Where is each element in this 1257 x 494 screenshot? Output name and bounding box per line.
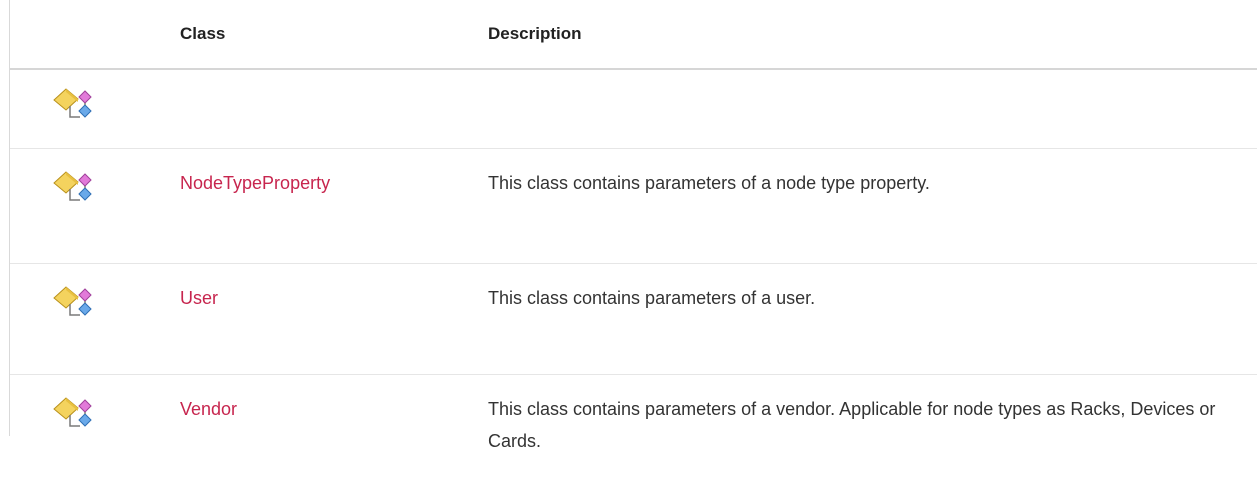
description-cell: This class contains parameters of a node… (488, 149, 1257, 264)
description-cell (488, 69, 1257, 149)
class-description: This class contains parameters of a user… (488, 282, 1217, 314)
class-column-header: Class (180, 0, 488, 69)
icon-cell (10, 264, 180, 375)
class-cell: NodeTypeProperty (180, 149, 488, 264)
icon-cell (10, 149, 180, 264)
description-cell: This class contains parameters of a user… (488, 264, 1257, 375)
class-link-nodetypeproperty[interactable]: NodeTypeProperty (180, 167, 488, 199)
table-row: User This class contains parameters of a… (10, 264, 1257, 375)
description-cell: This class contains parameters of a vend… (488, 375, 1257, 494)
icon-cell (10, 69, 180, 149)
class-cell (180, 69, 488, 149)
class-cell: Vendor (180, 375, 488, 494)
classes-table-header: Class Description (10, 0, 1257, 69)
class-link-user[interactable]: User (180, 282, 488, 314)
class-description: This class contains parameters of a vend… (488, 393, 1217, 457)
class-link-vendor[interactable]: Vendor (180, 393, 488, 425)
table-row (10, 69, 1257, 149)
header-row: Class Description (10, 0, 1257, 69)
public-class-icon (52, 84, 100, 122)
description-column-header: Description (488, 0, 1257, 69)
icon-column-header (10, 0, 180, 69)
public-class-icon (52, 393, 100, 431)
public-class-icon (52, 282, 100, 320)
public-class-icon (52, 167, 100, 205)
icon-cell (10, 375, 180, 494)
classes-table: Class Description (10, 0, 1257, 494)
table-row: Vendor This class contains parameters of… (10, 375, 1257, 494)
class-cell: User (180, 264, 488, 375)
class-description: This class contains parameters of a node… (488, 167, 1217, 199)
table-row: NodeTypeProperty This class contains par… (10, 149, 1257, 264)
